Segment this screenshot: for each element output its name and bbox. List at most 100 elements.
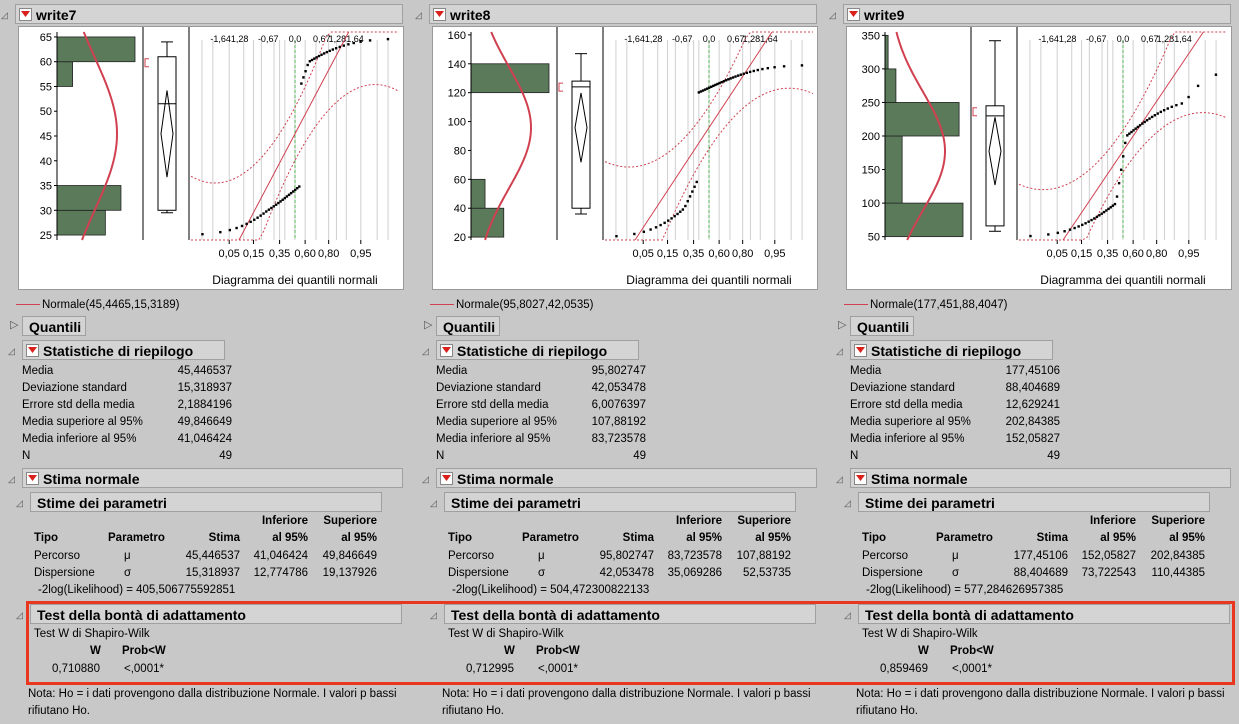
red-down-triangle-icon[interactable]	[440, 472, 453, 485]
summary-header[interactable]: ◿ Statistiche di riepilogo	[8, 340, 225, 360]
qq-point	[1162, 109, 1166, 112]
summary-row: Media 95,802747	[436, 363, 646, 380]
param-header-superiore: Superiore	[323, 515, 377, 527]
disclosure-triangle-icon[interactable]: ▷	[838, 320, 846, 331]
fit-header[interactable]: ◿ Stima normale	[836, 468, 1231, 488]
disclosure-triangle-icon[interactable]: ◿	[422, 347, 429, 356]
column-header[interactable]: ◿ write8	[415, 4, 817, 24]
qq-axis-label: Diagramma dei quantili normali	[212, 273, 377, 287]
disclosure-triangle-icon[interactable]: ▷	[424, 320, 432, 331]
red-down-triangle-icon[interactable]	[847, 8, 860, 21]
disclosure-triangle-icon[interactable]: ◿	[829, 11, 836, 20]
summary-row: N 49	[850, 448, 1060, 465]
quantiles-header[interactable]: ▷ Quantili	[424, 316, 500, 336]
column-header[interactable]: ◿ write7	[1, 4, 403, 24]
qq-point	[322, 52, 326, 55]
disclosure-triangle-icon[interactable]: ◿	[8, 347, 15, 356]
param-header-inferiore: Inferiore	[1089, 515, 1136, 527]
summary-value: 88,404689	[1005, 382, 1060, 394]
params-header[interactable]: ◿ Stime dei parametri	[430, 492, 796, 512]
disclosure-triangle-icon[interactable]: ◿	[16, 611, 23, 620]
disclosure-triangle-icon[interactable]: ◿	[836, 347, 843, 356]
qq-point	[1141, 122, 1144, 125]
qq-point	[279, 200, 282, 203]
qq-point	[699, 90, 703, 93]
disclosure-triangle-icon[interactable]: ◿	[844, 611, 851, 620]
qq-point	[352, 41, 356, 45]
summary-header[interactable]: ◿ Statistiche di riepilogo	[422, 340, 639, 360]
qq-point	[1138, 124, 1142, 127]
gof-header[interactable]: ◿ Test della bontà di adattamento	[16, 604, 402, 624]
summary-value: 45,446537	[177, 365, 232, 377]
disclosure-triangle-icon[interactable]: ◿	[430, 499, 437, 508]
disclosure-triangle-icon[interactable]: ◿	[8, 475, 15, 484]
gof-header[interactable]: ◿ Test della bontà di adattamento	[430, 604, 816, 624]
summary-row: Errore std della media 2,1884196	[22, 397, 232, 414]
loglikelihood: -2log(Likelihood) = 405,50677559285​1	[38, 584, 236, 596]
qq-axis-label: Diagramma dei quantili normali	[1040, 273, 1205, 287]
qq-point	[727, 78, 730, 81]
summary-label: Media	[436, 365, 468, 377]
param-symbol: σ	[538, 567, 546, 579]
params-header[interactable]: ◿ Stime dei parametri	[16, 492, 382, 512]
disclosure-triangle-icon[interactable]: ◿	[844, 499, 851, 508]
qq-point	[714, 83, 717, 87]
summary-header[interactable]: ◿ Statistiche di riepilogo	[836, 340, 1053, 360]
distribution-svg: 160 140 120 100 80 60 40 20 -1,641,28 -0,67 0,0 0,6…	[448, 27, 814, 287]
histogram-bar	[884, 102, 960, 137]
distribution-plot: 65 60 55 50 45 40 35 30 25 -1,641,28 -0,67 0,0 0,67 1…	[18, 26, 404, 290]
qq-point	[718, 81, 721, 85]
red-down-triangle-icon[interactable]	[440, 344, 453, 357]
disclosure-triangle-icon[interactable]: ◿	[836, 475, 843, 484]
summary-row: Media 45,446537	[22, 363, 232, 380]
disclosure-triangle-icon[interactable]: ◿	[430, 611, 437, 620]
qq-bottom-tick: 0,95	[764, 248, 785, 260]
summary-row: Media superiore al 95% 107,88192	[436, 414, 646, 431]
disclosure-triangle-icon[interactable]: ◿	[1, 11, 8, 20]
column-header[interactable]: ◿ write9	[829, 4, 1231, 24]
quantiles-header[interactable]: ▷ Quantili	[10, 316, 86, 336]
summary-row: Deviazione standard 42,053478	[436, 380, 646, 397]
param-value-inf: 73,722543	[1081, 567, 1136, 579]
summary-value: 83,723578	[591, 433, 646, 445]
fit-header-title: Stima normale	[457, 471, 554, 487]
qq-bottom-tick: 0,60	[708, 248, 729, 260]
fit-header[interactable]: ◿ Stima normale	[8, 468, 403, 488]
quantiles-header[interactable]: ▷ Quantili	[838, 316, 914, 336]
qq-point	[1153, 114, 1157, 117]
qq-point	[317, 54, 321, 58]
qq-point	[294, 188, 297, 192]
y-tick-label: 50	[868, 232, 880, 244]
disclosure-triangle-icon[interactable]: ◿	[422, 475, 429, 484]
param-value-stima: 95,802747	[599, 550, 654, 562]
red-down-triangle-icon[interactable]	[19, 8, 32, 21]
qq-bottom-tick: 0,05	[1046, 248, 1067, 260]
gof-header[interactable]: ◿ Test della bontà di adattamento	[844, 604, 1230, 624]
qq-point	[1150, 115, 1154, 119]
qq-point	[1117, 181, 1121, 185]
red-down-triangle-icon[interactable]	[433, 8, 446, 21]
summary-label: Media	[850, 365, 882, 377]
qq-point	[289, 191, 293, 195]
fit-header[interactable]: ◿ Stima normale	[422, 468, 817, 488]
qq-point	[742, 72, 745, 75]
disclosure-triangle-icon[interactable]: ◿	[415, 11, 422, 20]
qq-point	[676, 212, 679, 216]
qq-top-tick: -1,641,28	[624, 34, 662, 44]
qq-bottom-tick: 0,15	[1071, 248, 1092, 260]
red-down-triangle-icon[interactable]	[26, 344, 39, 357]
param-symbol: μ	[952, 550, 959, 562]
red-down-triangle-icon[interactable]	[26, 472, 39, 485]
qq-point	[1115, 195, 1119, 198]
qq-point	[342, 44, 345, 47]
disclosure-triangle-icon[interactable]: ▷	[10, 320, 18, 331]
qq-bottom-tick: 0,35	[683, 248, 704, 260]
histogram-bar	[470, 178, 486, 209]
qq-point	[681, 208, 685, 211]
param-header-parametro: Parametro	[522, 532, 579, 544]
params-header[interactable]: ◿ Stime dei parametri	[844, 492, 1210, 512]
disclosure-triangle-icon[interactable]: ◿	[16, 499, 23, 508]
red-down-triangle-icon[interactable]	[854, 344, 867, 357]
red-down-triangle-icon[interactable]	[854, 472, 867, 485]
qq-point	[228, 228, 231, 232]
